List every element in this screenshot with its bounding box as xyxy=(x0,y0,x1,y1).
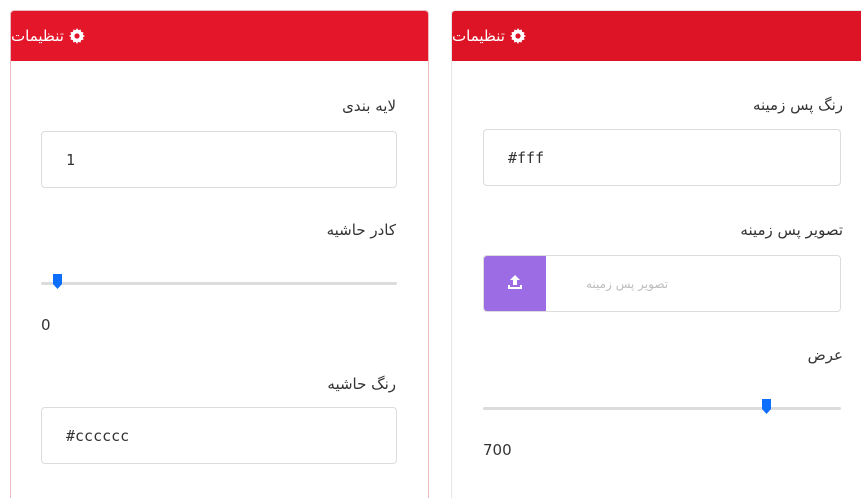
gear-icon xyxy=(509,28,526,44)
width-value: 700 xyxy=(483,441,512,459)
border-color-label: رنگ حاشیه xyxy=(327,375,396,393)
border-label: کادر حاشیه xyxy=(326,221,396,239)
border-value: 0 xyxy=(41,316,51,334)
layer-label: لایه بندی xyxy=(342,97,396,115)
border-slider-thumb[interactable] xyxy=(52,273,63,290)
panel-title: تنظیمات xyxy=(11,27,64,45)
panel-header-left: تنظیمات xyxy=(11,11,428,61)
width-slider-thumb[interactable] xyxy=(761,398,772,415)
settings-panel-left: تنظیمات لایه بندی 1 کادر حاشیه 0 رنگ حاش… xyxy=(10,10,429,498)
upload-icon xyxy=(505,272,525,296)
bg-color-input-value: #fff xyxy=(508,148,545,167)
panel-title: تنظیمات xyxy=(452,27,505,45)
upload-button[interactable] xyxy=(484,256,546,311)
settings-panel-right: تنظیمات رنگ پس زمینه #fff تصویر پس زمینه… xyxy=(451,10,861,498)
bg-image-path-input[interactable]: تصویر پس زمینه xyxy=(546,256,840,311)
gear-icon xyxy=(68,28,85,44)
layer-input[interactable]: 1 xyxy=(41,131,397,188)
border-color-input[interactable]: #cccccc xyxy=(41,407,397,464)
layer-input-value: 1 xyxy=(66,150,76,169)
width-label: عرض xyxy=(807,346,843,364)
bg-image-upload[interactable]: تصویر پس زمینه xyxy=(483,255,841,312)
border-color-input-value: #cccccc xyxy=(66,426,130,445)
bg-image-label: تصویر پس زمینه xyxy=(740,221,843,239)
width-slider-track[interactable] xyxy=(483,407,841,410)
bg-color-label: رنگ پس زمینه xyxy=(752,96,843,114)
border-slider-track[interactable] xyxy=(41,282,397,285)
bg-image-placeholder: تصویر پس زمینه xyxy=(586,276,669,291)
panel-header-right: تنظیمات xyxy=(452,11,861,61)
bg-color-input[interactable]: #fff xyxy=(483,129,841,186)
